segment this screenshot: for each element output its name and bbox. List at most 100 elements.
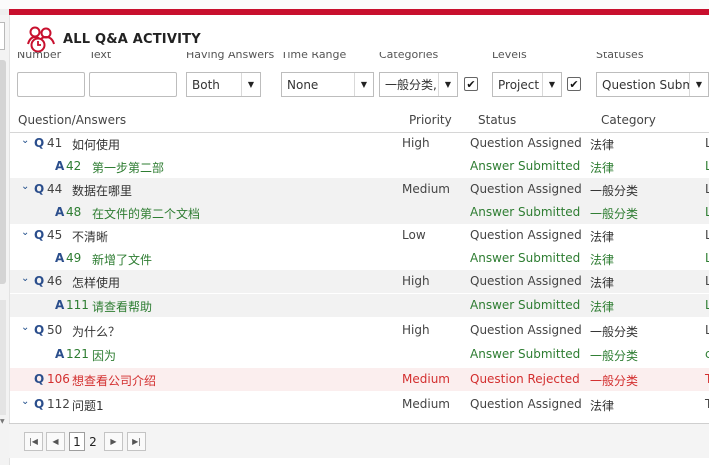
- level-select[interactable]: Project ▼: [492, 72, 562, 97]
- answer-row[interactable]: A 49 新增了文件 Answer Submitted 法律 L: [10, 247, 709, 270]
- page-current[interactable]: 1: [69, 432, 85, 451]
- left-scrollbar-thumb[interactable]: [0, 60, 6, 284]
- answer-row[interactable]: A 111 请查看帮助 Answer Submitted 法律 L: [10, 294, 709, 317]
- first-page-icon: |◀: [29, 437, 38, 446]
- truncated-cell: L: [705, 251, 709, 265]
- answer-number: 111: [66, 298, 89, 312]
- answer-title[interactable]: 新增了文件: [92, 251, 152, 268]
- answer-title[interactable]: 请查看帮助: [92, 298, 152, 315]
- category-cell: 法律: [590, 138, 615, 152]
- question-label: Q: [34, 397, 45, 411]
- question-number: 50: [47, 323, 63, 337]
- truncated-cell: L: [705, 159, 709, 173]
- filter-labels: Number Text Having Answers Time Range Ca…: [17, 52, 709, 61]
- number-input[interactable]: [17, 72, 85, 97]
- next-page-button[interactable]: ▶: [104, 432, 123, 451]
- question-title[interactable]: 问题1: [72, 397, 104, 414]
- chevron-down-icon[interactable]: ▼: [241, 73, 260, 96]
- text-input[interactable]: [89, 72, 177, 97]
- column-header-priority[interactable]: Priority: [409, 113, 452, 127]
- category-cell: 一般分类: [590, 349, 639, 363]
- status-value: Question Subm: [602, 77, 689, 92]
- truncated-cell: L: [705, 298, 709, 312]
- page-link-2[interactable]: 2: [86, 432, 100, 451]
- filter-label-time-range: Time Range: [281, 52, 347, 61]
- having-answers-select[interactable]: Both ▼: [186, 72, 261, 97]
- question-row[interactable]: Q 106 想查看公司介绍 Medium Question Rejected 一般分类 T: [10, 368, 709, 391]
- question-number: 46: [47, 274, 63, 288]
- truncated-cell: L: [705, 182, 709, 196]
- top-strip: [0, 0, 709, 9]
- chevron-down-icon[interactable]: ▼: [542, 73, 561, 96]
- left-scroll-down-icon[interactable]: ▼: [0, 418, 7, 425]
- time-range-value: None: [287, 77, 319, 92]
- expand-toggle-icon[interactable]: ⌄: [21, 396, 29, 407]
- chevron-down-icon[interactable]: ▼: [689, 73, 708, 96]
- question-title[interactable]: 怎样使用: [72, 274, 120, 291]
- prev-page-button[interactable]: ◀: [46, 432, 65, 451]
- question-row[interactable]: ⌄ Q 112 问题1 Medium Question Assigned 法律 T: [10, 393, 709, 416]
- expand-toggle-icon[interactable]: ⌄: [21, 273, 29, 284]
- pager: |◀ ◀ 1 2 ▶ ▶|: [9, 423, 709, 458]
- question-number: 112: [47, 397, 70, 411]
- filter-label-levels: Levels: [492, 52, 527, 61]
- filter-label-number: Number: [17, 52, 62, 61]
- left-scrollbar-track[interactable]: [0, 300, 6, 415]
- status-select[interactable]: Question Subm ▼: [596, 72, 709, 97]
- prev-page-icon: ◀: [52, 437, 59, 446]
- answer-title[interactable]: 在文件的第二个文档: [92, 205, 200, 222]
- chevron-down-icon[interactable]: ▼: [354, 73, 373, 96]
- category-cell: 一般分类: [590, 207, 639, 221]
- question-row[interactable]: ⌄ Q 46 怎样使用 High Question Assigned 法律 L: [10, 270, 709, 293]
- question-title[interactable]: 数据在哪里: [72, 182, 132, 199]
- answer-title[interactable]: 第一步第二部: [92, 159, 164, 176]
- question-label: Q: [34, 372, 45, 386]
- truncated-cell: L: [705, 323, 709, 337]
- expand-toggle-icon[interactable]: ⌄: [21, 322, 29, 333]
- status-cell: Question Assigned: [470, 274, 582, 288]
- column-header-status[interactable]: Status: [478, 113, 516, 127]
- question-row[interactable]: ⌄ Q 45 不清晰 Low Question Assigned 法律 L: [10, 224, 709, 247]
- last-page-button[interactable]: ▶|: [127, 432, 146, 451]
- category-checkbox[interactable]: ✔: [464, 77, 478, 91]
- truncated-cell: L: [705, 136, 709, 150]
- question-row[interactable]: ⌄ Q 41 如何使用 High Question Assigned 法律 L: [10, 132, 709, 155]
- answer-label: A: [55, 347, 65, 361]
- level-checkbox[interactable]: ✔: [567, 77, 581, 91]
- status-cell: Question Assigned: [470, 228, 582, 242]
- question-row[interactable]: ⌄ Q 44 数据在哪里 Medium Question Assigned 一般分类 L: [10, 178, 709, 201]
- category-select[interactable]: 一般分类, ▼: [379, 72, 458, 97]
- truncated-cell: c: [705, 347, 709, 361]
- first-page-button[interactable]: |◀: [24, 432, 43, 451]
- priority-cell: High: [402, 136, 430, 150]
- expand-toggle-icon[interactable]: ⌄: [21, 135, 29, 146]
- category-cell: 法律: [590, 161, 615, 175]
- having-answers-value: Both: [192, 77, 220, 92]
- question-title[interactable]: 不清晰: [72, 228, 108, 245]
- question-title[interactable]: 想查看公司介绍: [72, 372, 156, 389]
- question-label: Q: [34, 274, 45, 288]
- category-cell: 法律: [590, 399, 615, 413]
- left-panel-field[interactable]: [0, 22, 5, 50]
- answer-row[interactable]: A 42 第一步第二部 Answer Submitted 法律 L: [10, 155, 709, 178]
- status-cell: Answer Submitted: [470, 347, 581, 361]
- question-row[interactable]: ⌄ Q 50 为什么？ High Question Assigned 一般分类 L: [10, 319, 709, 342]
- status-cell: Answer Submitted: [470, 205, 581, 219]
- answer-row[interactable]: A 48 在文件的第二个文档 Answer Submitted 一般分类 L: [10, 201, 709, 224]
- question-title[interactable]: 为什么？: [72, 323, 120, 340]
- expand-toggle-icon[interactable]: ⌄: [21, 227, 29, 238]
- column-header-question[interactable]: Question/Answers: [18, 113, 126, 127]
- grid-header: Question/Answers Priority Status Categor…: [10, 108, 709, 133]
- chevron-down-icon[interactable]: ▼: [438, 73, 457, 96]
- answer-label: A: [55, 251, 65, 265]
- column-header-category[interactable]: Category: [601, 113, 656, 127]
- question-title[interactable]: 如何使用: [72, 136, 120, 153]
- time-range-select[interactable]: None ▼: [281, 72, 374, 97]
- status-cell: Question Assigned: [470, 323, 582, 337]
- priority-cell: Medium: [402, 397, 450, 411]
- expand-toggle-icon[interactable]: ⌄: [21, 181, 29, 192]
- filter-label-text: Text: [89, 52, 112, 61]
- question-label: Q: [34, 182, 45, 196]
- answer-title[interactable]: 因为: [92, 347, 116, 364]
- answer-row[interactable]: A 121 因为 Answer Submitted 一般分类 c: [10, 343, 709, 366]
